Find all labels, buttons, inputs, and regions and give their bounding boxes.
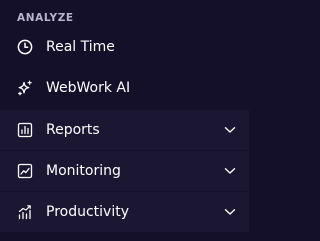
sidebar-item-label: Monitoring [46, 163, 121, 179]
growth-chart-icon [16, 203, 34, 221]
clock-icon [16, 38, 34, 56]
bar-chart-icon [16, 121, 34, 139]
sidebar-item-label: Reports [46, 122, 100, 138]
sidebar-item-reports[interactable]: Reports [0, 110, 249, 150]
sidebar-item-label: Productivity [46, 204, 129, 220]
chevron-down-icon[interactable] [224, 165, 236, 177]
sidebar-item-real-time[interactable]: Real Time [0, 27, 249, 67]
sidebar-item-productivity[interactable]: Productivity [0, 192, 249, 232]
section-title-analyze: ANALYZE [17, 12, 74, 24]
chevron-down-icon[interactable] [224, 206, 236, 218]
sidebar: ANALYZE Real Time WebWork AI Reports Mon… [0, 0, 249, 241]
sidebar-item-label: WebWork AI [46, 80, 131, 96]
sidebar-item-label: Real Time [46, 39, 115, 55]
line-chart-icon [16, 162, 34, 180]
chevron-down-icon[interactable] [224, 124, 236, 136]
sparkle-icon [16, 79, 34, 97]
sidebar-item-webwork-ai[interactable]: WebWork AI [0, 68, 249, 108]
sidebar-item-monitoring[interactable]: Monitoring [0, 151, 249, 191]
